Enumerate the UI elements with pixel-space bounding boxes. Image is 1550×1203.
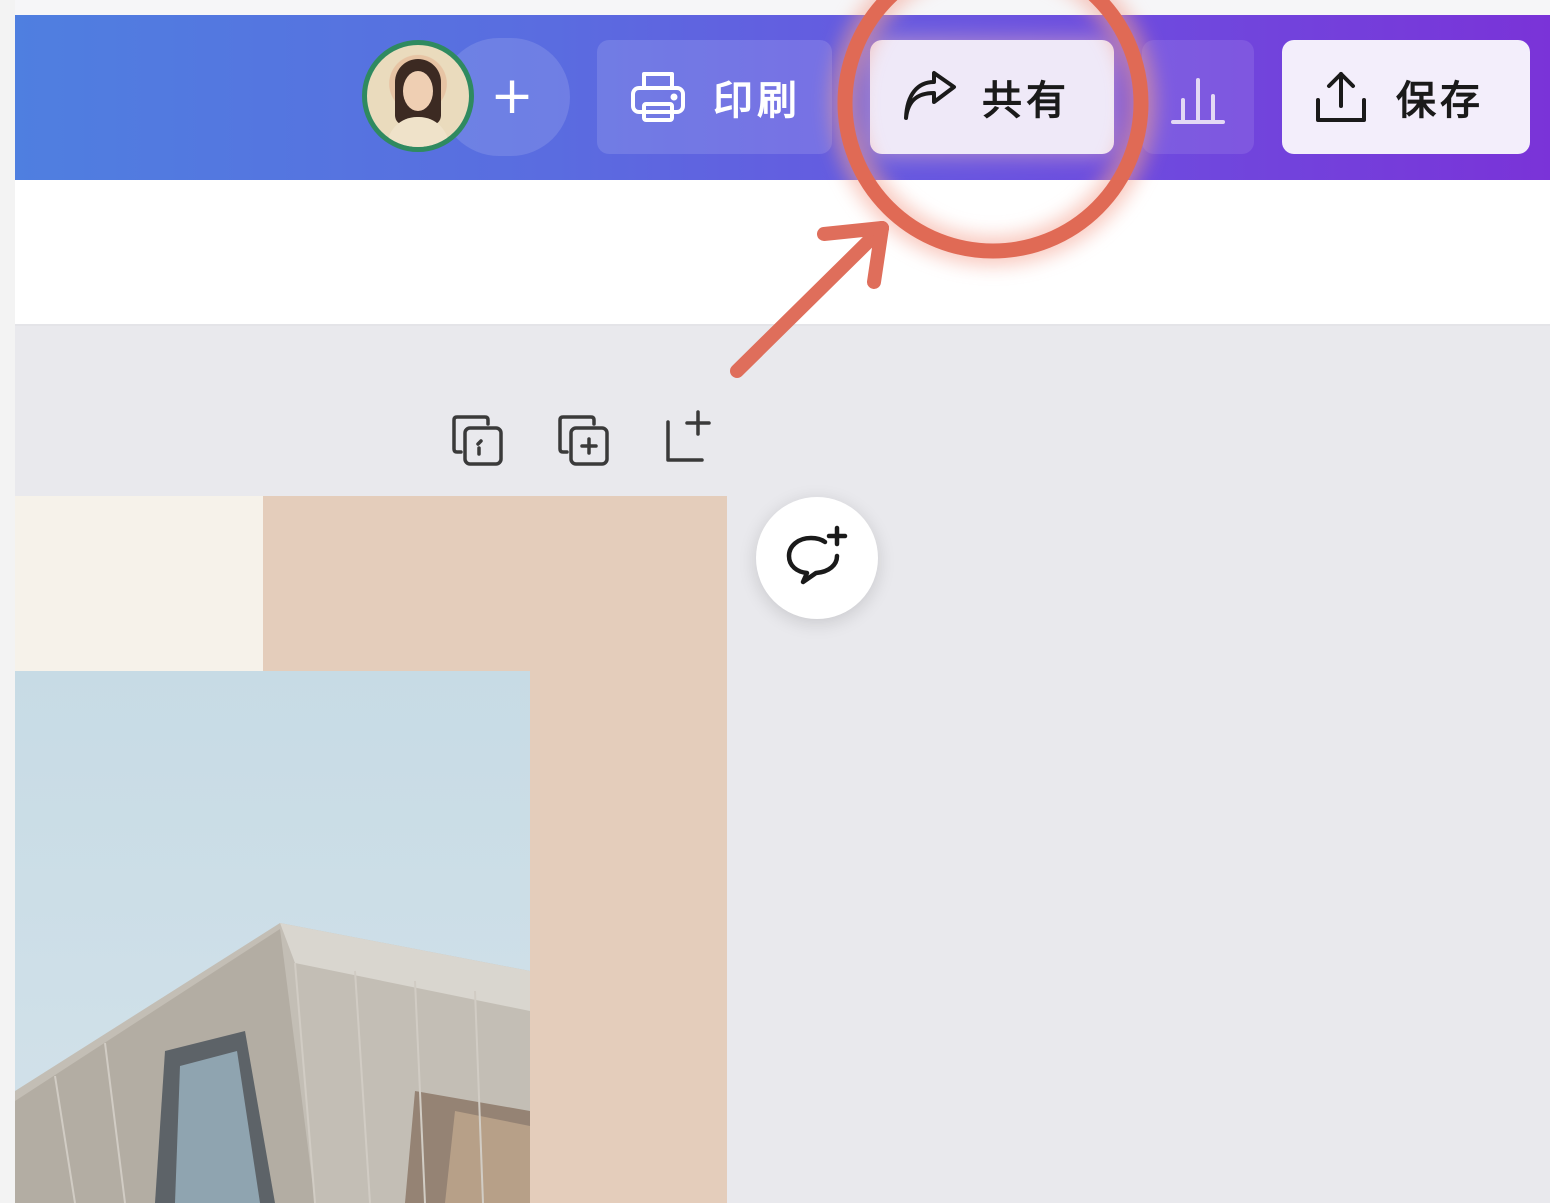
save-label: 保存 xyxy=(1396,78,1484,124)
share-arrow-icon xyxy=(904,71,956,120)
toolbar-area xyxy=(15,180,1550,326)
avatar-face xyxy=(403,71,433,111)
bar-chart-icon xyxy=(1171,78,1225,124)
window-top-edge xyxy=(0,0,1550,15)
add-collaborator-button[interactable]: + xyxy=(488,70,536,124)
print-button[interactable]: 印刷 xyxy=(597,40,832,154)
add-comment-button[interactable] xyxy=(756,497,878,619)
window-left-edge xyxy=(0,0,15,1203)
building-photo-art xyxy=(15,923,530,1203)
share-label: 共有 xyxy=(982,78,1070,124)
lock-page-icon[interactable] xyxy=(447,408,509,470)
design-page[interactable] xyxy=(15,496,727,1203)
printer-icon xyxy=(631,72,685,122)
user-avatar[interactable] xyxy=(362,40,474,152)
add-page-icon[interactable] xyxy=(658,406,720,468)
share-button[interactable]: 共有 xyxy=(870,40,1114,154)
add-comment-icon xyxy=(786,525,848,585)
upload-icon xyxy=(1316,72,1366,122)
building-photo[interactable] xyxy=(15,671,530,1203)
duplicate-page-icon[interactable] xyxy=(553,408,615,470)
print-label: 印刷 xyxy=(713,78,801,124)
avatar-clothes xyxy=(387,117,449,147)
save-button[interactable]: 保存 xyxy=(1282,40,1530,154)
insights-button[interactable] xyxy=(1142,40,1254,154)
